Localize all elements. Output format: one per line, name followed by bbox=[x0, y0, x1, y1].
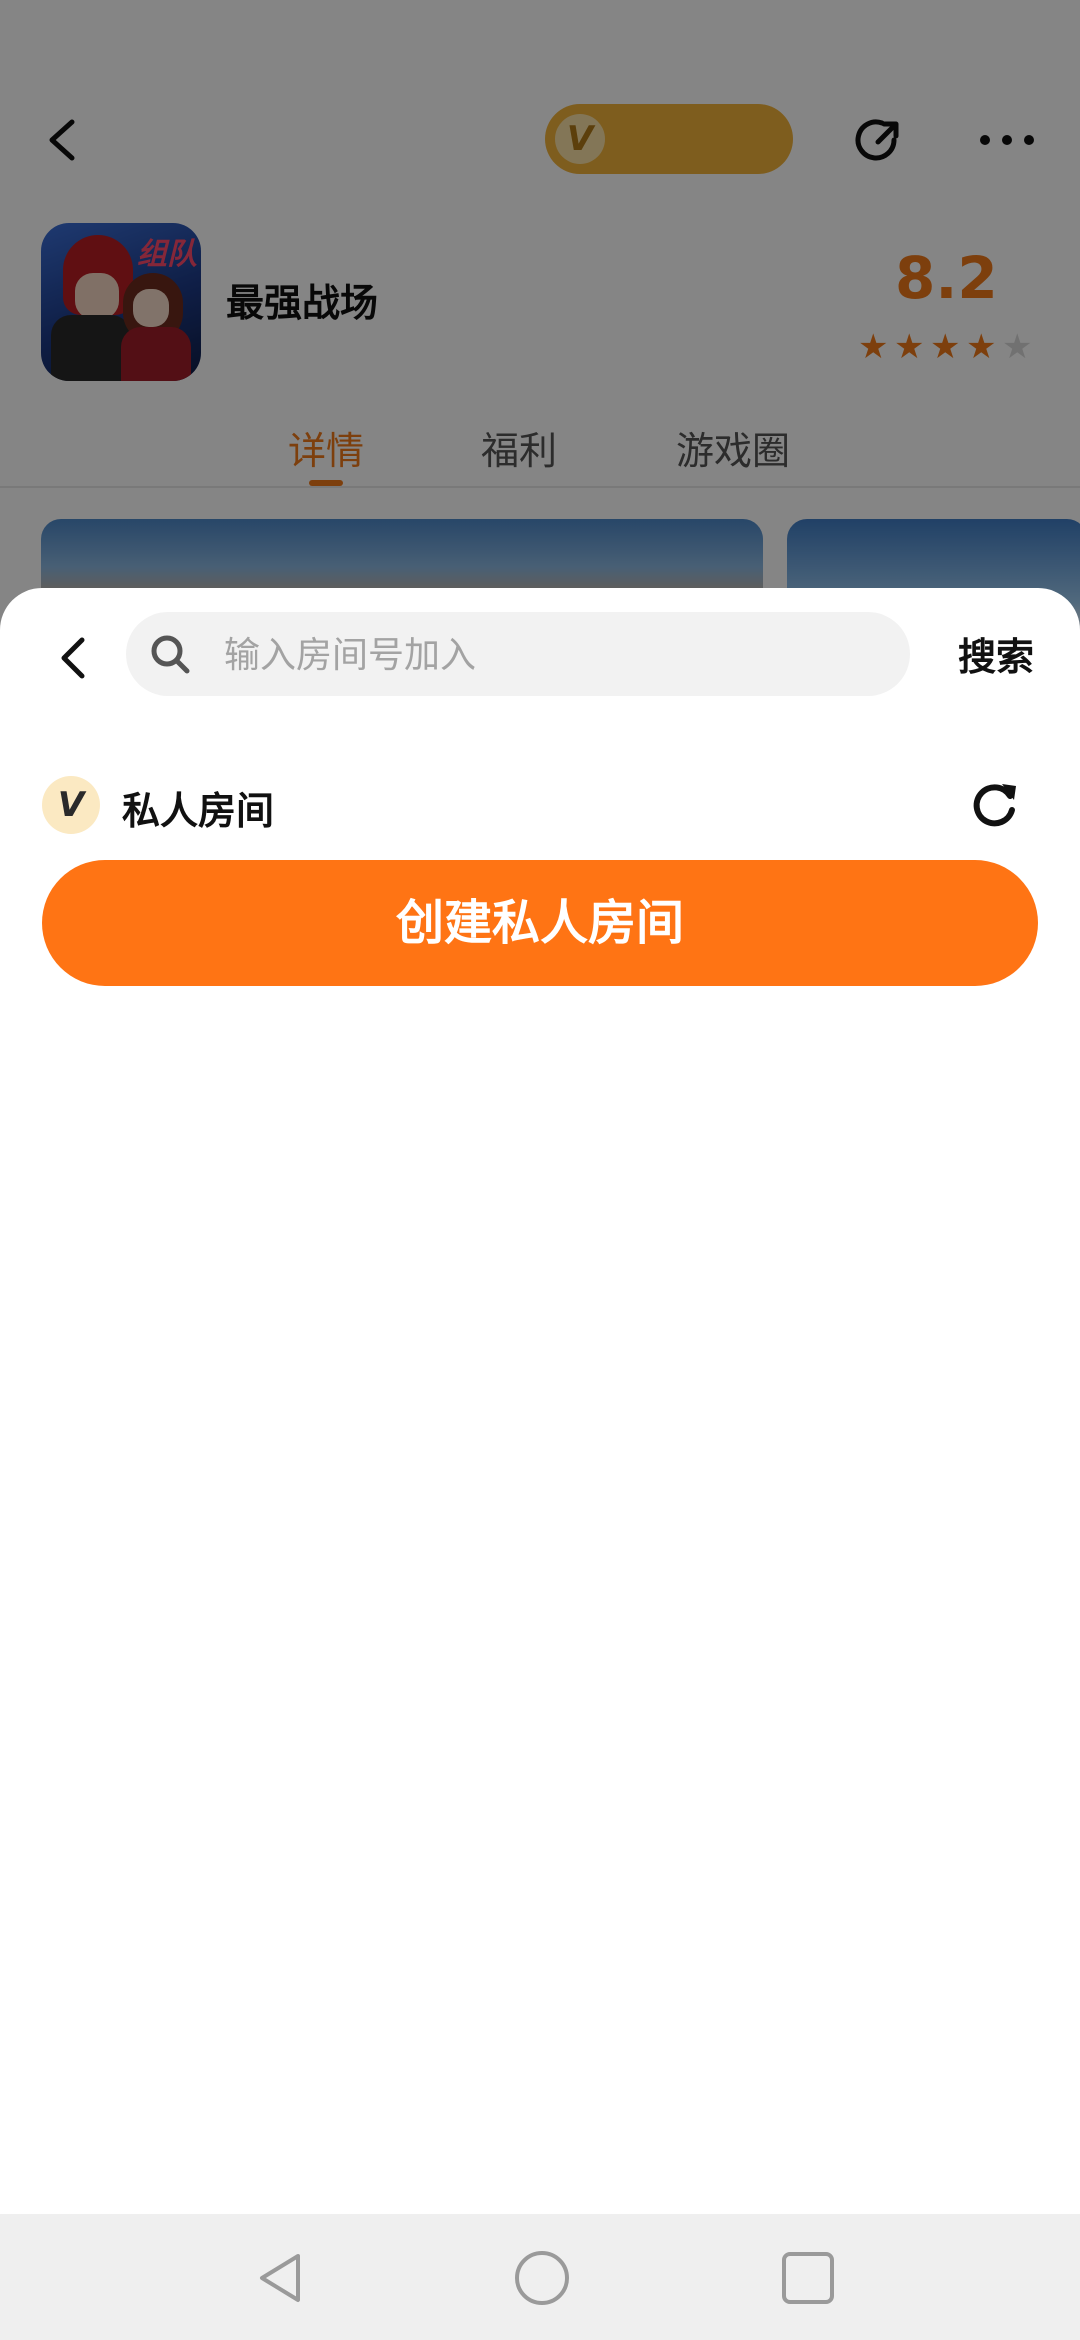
refresh-icon bbox=[973, 784, 1016, 827]
room-sheet: 搜索 V 私人房间 创建私人房间 bbox=[0, 588, 1080, 2214]
nav-home-button[interactable] bbox=[512, 2248, 572, 2308]
nav-back-button[interactable] bbox=[250, 2248, 310, 2308]
section-title: 私人房间 bbox=[122, 789, 275, 833]
room-number-input[interactable] bbox=[222, 612, 886, 698]
back-triangle-icon bbox=[260, 2254, 300, 2302]
recent-square-icon bbox=[782, 2252, 834, 2304]
create-private-room-button[interactable]: 创建私人房间 bbox=[42, 860, 1038, 986]
search-button[interactable]: 搜索 bbox=[958, 626, 1034, 681]
search-box[interactable] bbox=[126, 612, 910, 698]
nav-recent-button[interactable] bbox=[778, 2248, 838, 2308]
search-icon bbox=[151, 635, 190, 674]
sheet-back-button[interactable] bbox=[50, 628, 98, 688]
chevron-left-icon bbox=[61, 637, 85, 679]
home-circle-icon bbox=[515, 2251, 569, 2305]
refresh-button[interactable] bbox=[966, 776, 1022, 832]
system-nav-bar bbox=[0, 2214, 1080, 2340]
vip-badge-icon: V bbox=[42, 776, 100, 834]
